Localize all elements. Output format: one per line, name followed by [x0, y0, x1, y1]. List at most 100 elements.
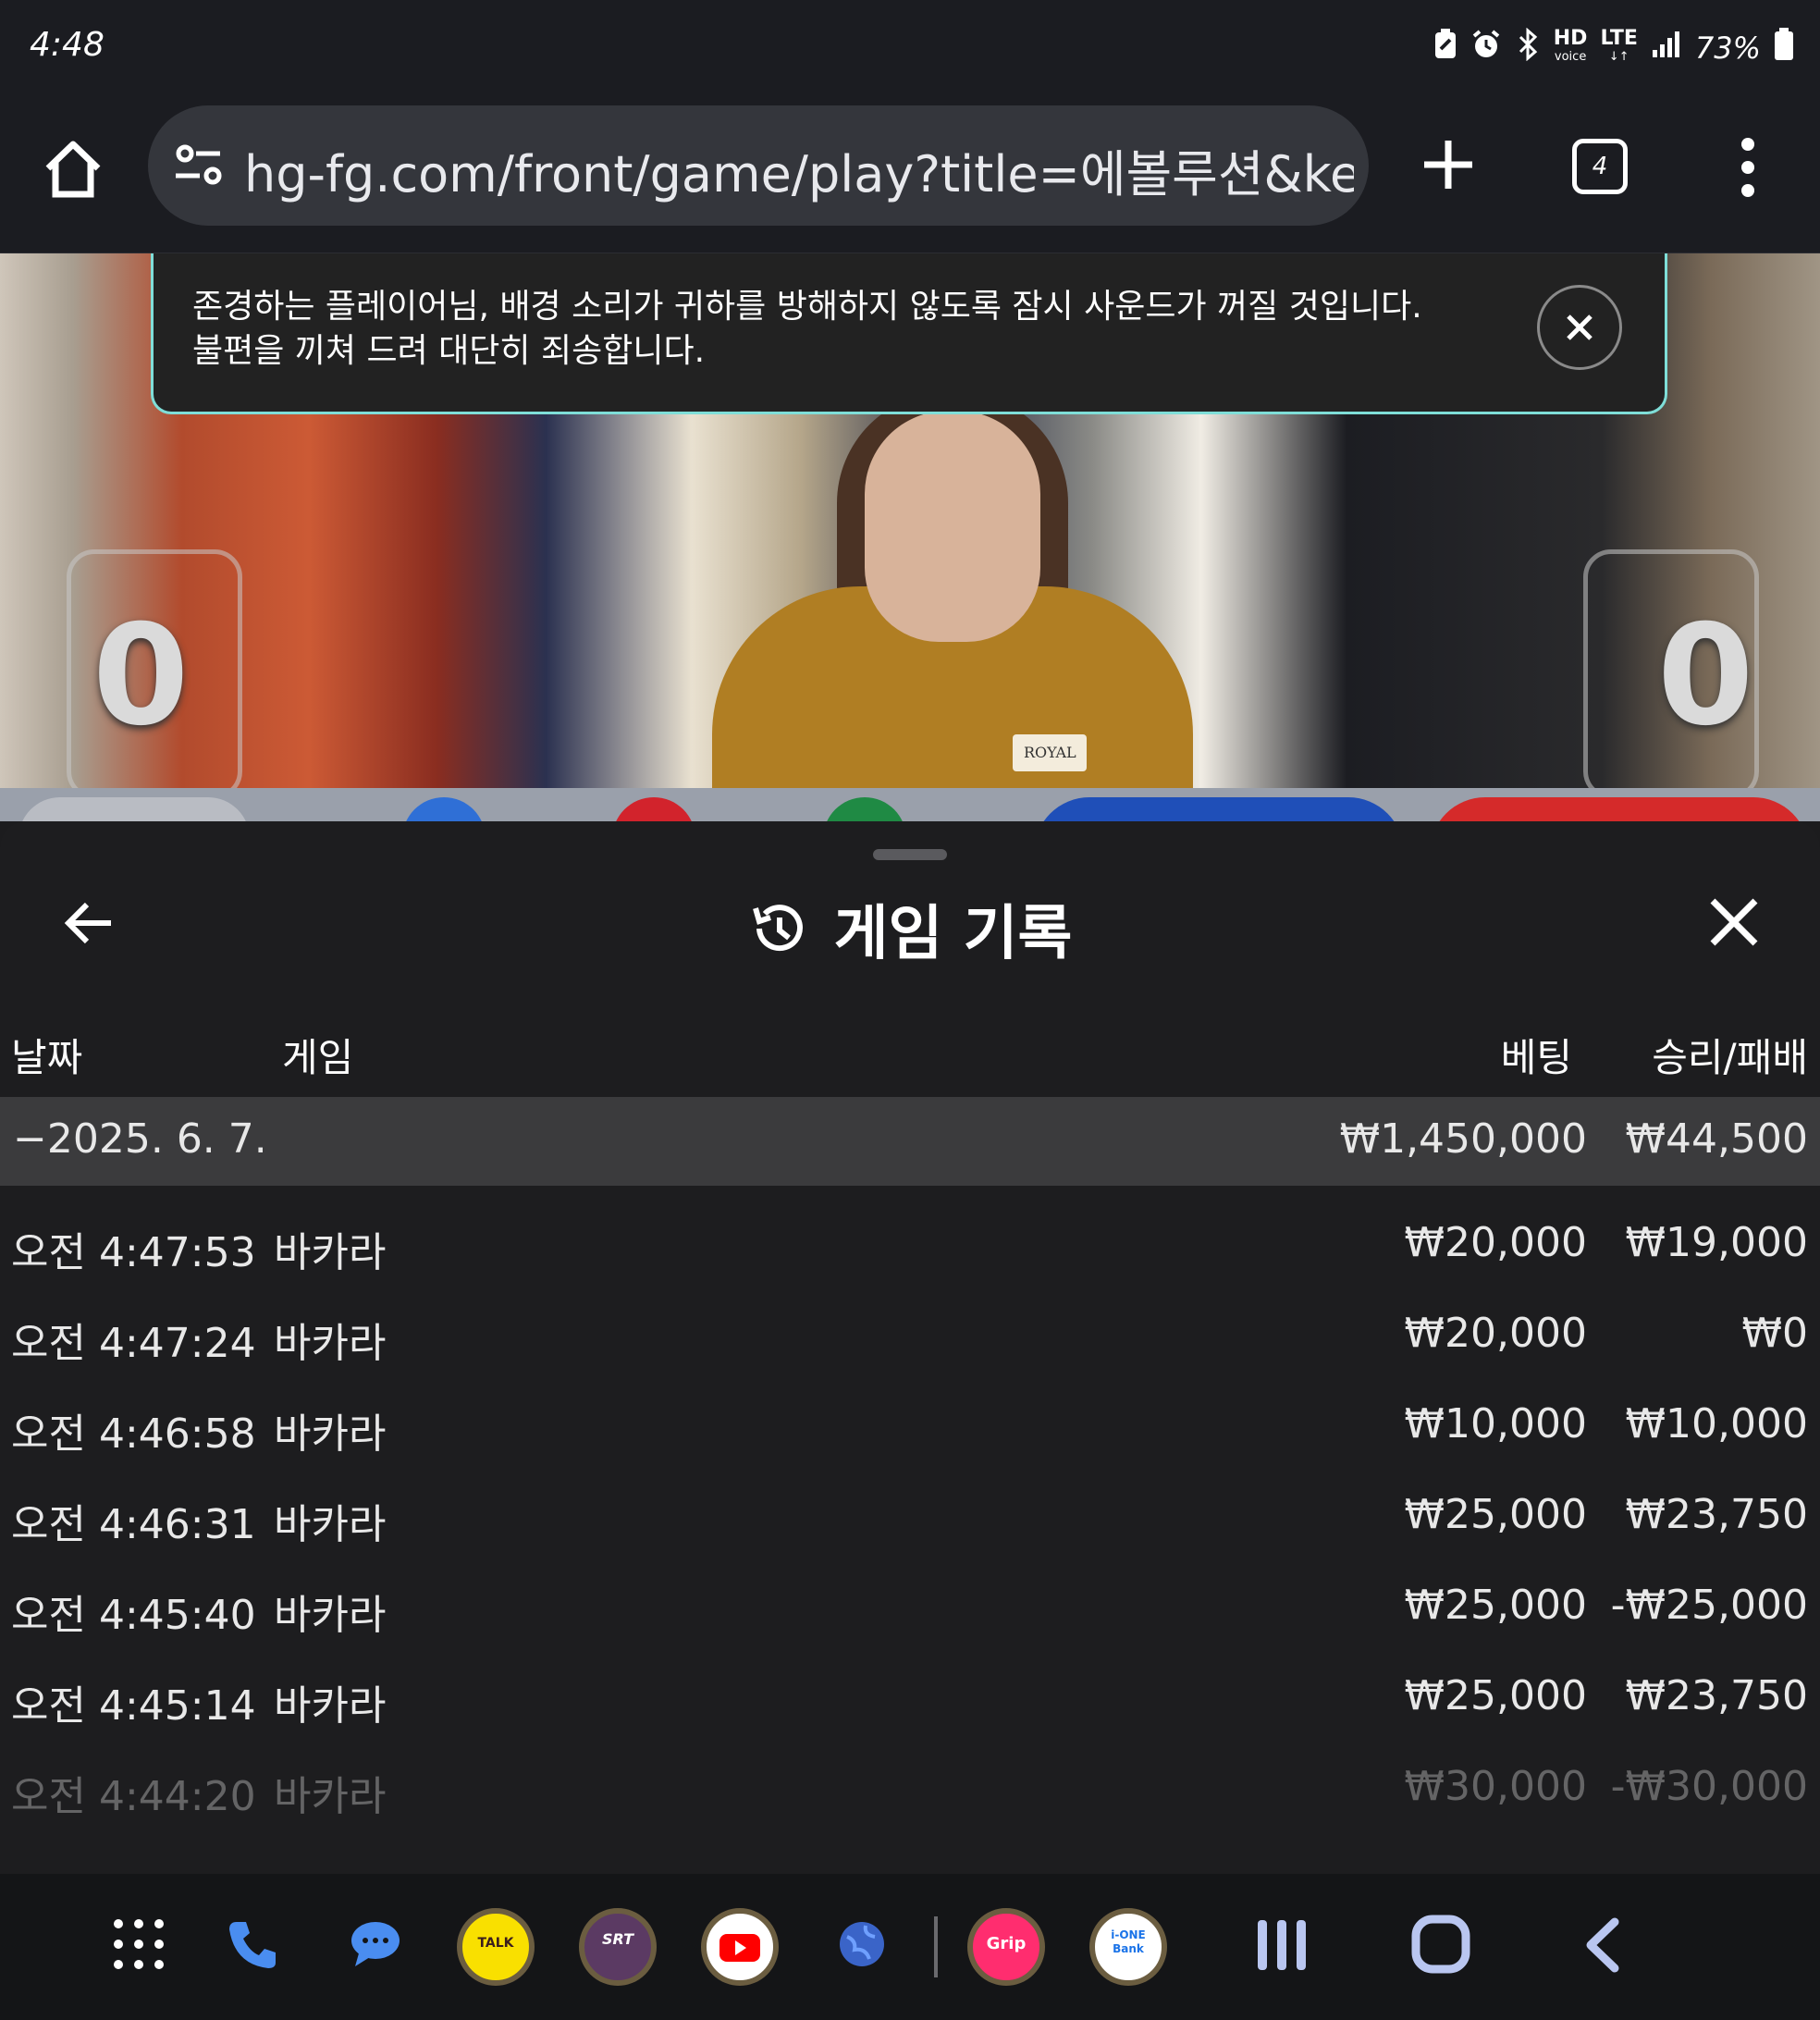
row-game: 바카라 [274, 1501, 387, 1548]
row-game: 바카라 [274, 1229, 387, 1276]
row-bet: ₩25,000 [1404, 1672, 1587, 1719]
sheet-title: 게임 기록 [833, 900, 1073, 968]
row-time: 오전 4:44:20 [11, 1773, 256, 1820]
table-row[interactable]: 오전 4:44:20 바카라 ₩30,000 -₩30,000 [0, 1744, 1820, 1833]
site-settings-icon[interactable] [172, 139, 226, 192]
home-icon[interactable] [41, 137, 105, 202]
phone-icon[interactable] [226, 1918, 277, 1974]
grip-label: Grip [986, 1934, 1027, 1953]
row-bet: ₩20,000 [1404, 1310, 1587, 1357]
notice-line-2: 불편을 끼쳐 드려 대단히 죄송합니다. [192, 332, 706, 370]
row-time: 오전 4:47:24 [11, 1320, 256, 1367]
row-time: 오전 4:46:58 [11, 1410, 256, 1458]
row-game: 바카라 [274, 1682, 387, 1730]
table-row[interactable]: 오전 4:47:53 바카라 ₩20,000 ₩19,000 [0, 1201, 1820, 1289]
system-nav-bar: TALK SRT Grip i-ONE Bank [0, 1874, 1820, 2020]
date-group-label: −2025. 6. 7. [13, 1115, 267, 1163]
table-row[interactable]: 오전 4:45:40 바카라 ₩25,000 -₩25,000 [0, 1563, 1820, 1652]
table-row[interactable]: 오전 4:46:31 바카라 ₩25,000 ₩23,750 [0, 1472, 1820, 1561]
date-group-bet-total: ₩1,450,000 [1339, 1115, 1587, 1163]
drag-handle[interactable] [873, 849, 947, 860]
row-game: 바카라 [274, 1773, 387, 1820]
column-header-bet[interactable]: 베팅 [1387, 1027, 1572, 1083]
lte-icon: LTE ↓↑ [1600, 27, 1638, 65]
row-winloss: -₩25,000 [1610, 1582, 1808, 1629]
row-time: 오전 4:45:40 [11, 1592, 256, 1639]
close-notice-icon[interactable] [1537, 285, 1622, 370]
chip-blue[interactable] [402, 797, 486, 821]
row-winloss: ₩23,750 [1625, 1672, 1808, 1719]
notice-text: 존경하는 플레이어님, 배경 소리가 귀하를 방해하지 않도록 잠시 사운드가 … [192, 285, 1487, 374]
sound-notice-banner: 존경하는 플레이어님, 배경 소리가 귀하를 방해하지 않도록 잠시 사운드가 … [151, 253, 1667, 414]
close-icon[interactable] [1707, 895, 1761, 949]
i-one-bank-label: i-ONE Bank [1111, 1928, 1146, 1955]
row-time: 오전 4:46:31 [11, 1501, 256, 1548]
row-time: 오전 4:47:53 [11, 1229, 256, 1276]
app-drawer-icon[interactable] [113, 1918, 165, 1974]
row-bet: ₩30,000 [1404, 1763, 1587, 1810]
game-history-sheet: 게임 기록 날짜 게임 베팅 승리/패배 −2025. 6. 7. ₩1,450… [0, 821, 1820, 1874]
table-row[interactable]: 오전 4:47:24 바카라 ₩20,000 ₩0 [0, 1291, 1820, 1380]
new-tab-icon[interactable] [1420, 137, 1476, 192]
notice-line-1: 존경하는 플레이어님, 배경 소리가 귀하를 방해하지 않도록 잠시 사운드가 … [192, 288, 1422, 326]
chip-tray [18, 797, 250, 821]
row-winloss: ₩0 [1741, 1310, 1809, 1357]
i-one-bank-app-icon[interactable]: i-ONE Bank [1089, 1908, 1167, 1986]
chip-green[interactable] [823, 797, 906, 821]
row-game: 바카라 [274, 1320, 387, 1367]
grip-app-icon[interactable]: Grip [967, 1908, 1045, 1986]
player-score: 0 [92, 596, 190, 757]
battery-percent: 73% [1694, 31, 1761, 66]
date-group-winloss-total: ₩44,500 [1625, 1115, 1808, 1163]
status-bar: 4:48 HD voice LTE ↓↑ 73% [0, 0, 1820, 100]
status-icons: HD voice LTE ↓↑ 73% [1433, 27, 1794, 68]
signal-icon [1651, 30, 1682, 67]
row-bet: ₩25,000 [1404, 1582, 1587, 1629]
alarm-icon [1470, 29, 1502, 68]
column-header-game[interactable]: 게임 [282, 1027, 353, 1083]
date-group-row[interactable]: −2025. 6. 7. ₩1,450,000 ₩44,500 [0, 1097, 1820, 1186]
url-bar[interactable]: hg-fg.com/front/game/play?title=에볼루션&key… [148, 105, 1369, 226]
row-bet: ₩25,000 [1404, 1491, 1587, 1538]
srt-label: SRT [601, 1930, 634, 1948]
banker-score: 0 [1657, 596, 1754, 757]
recent-apps-icon[interactable] [1254, 1916, 1310, 1977]
row-game: 바카라 [274, 1592, 387, 1639]
row-bet: ₩10,000 [1404, 1400, 1587, 1447]
browser-toolbar: hg-fg.com/front/game/play?title=에볼루션&key… [0, 100, 1820, 254]
url-text[interactable]: hg-fg.com/front/game/play?title=에볼루션&key… [244, 133, 1354, 206]
betting-chip-strip [0, 788, 1820, 821]
srt-app-icon[interactable]: SRT [579, 1908, 657, 1986]
row-winloss: ₩23,750 [1625, 1491, 1808, 1538]
column-header-winloss[interactable]: 승리/패배 [1572, 1027, 1808, 1083]
chip-red[interactable] [612, 797, 695, 821]
bluetooth-icon [1515, 27, 1541, 68]
table-row[interactable]: 오전 4:46:58 바카라 ₩10,000 ₩10,000 [0, 1382, 1820, 1471]
battery-icon [1774, 28, 1794, 68]
status-time: 4:48 [30, 26, 105, 64]
row-bet: ₩20,000 [1404, 1219, 1587, 1266]
back-nav-icon[interactable] [1581, 1916, 1622, 1977]
table-row[interactable]: 오전 4:45:14 바카라 ₩25,000 ₩23,750 [0, 1654, 1820, 1743]
player-bet-area[interactable] [1034, 797, 1404, 821]
home-nav-icon[interactable] [1411, 1915, 1470, 1977]
messages-icon[interactable] [350, 1918, 401, 1974]
kakaotalk-app-icon[interactable]: TALK [457, 1908, 535, 1986]
dealer-badge-text: ROYAL [1024, 744, 1076, 761]
row-time: 오전 4:45:14 [11, 1682, 256, 1730]
dealer-badge: ROYAL [1013, 734, 1087, 771]
dock-divider [934, 1916, 938, 1977]
row-game: 바카라 [274, 1410, 387, 1458]
browser-globe-icon[interactable] [838, 1920, 886, 1972]
hd-voice-icon: HD voice [1553, 27, 1588, 65]
tab-switcher-button[interactable]: 4 [1572, 139, 1628, 194]
more-menu-icon[interactable] [1729, 137, 1766, 198]
row-winloss: -₩30,000 [1610, 1763, 1808, 1810]
banker-bet-area[interactable] [1430, 797, 1809, 821]
youtube-app-icon[interactable] [701, 1908, 779, 1986]
sheet-title-wrap: 게임 기록 [0, 886, 1820, 971]
column-header-date[interactable]: 날짜 [11, 1027, 82, 1083]
battery-saver-icon [1433, 29, 1457, 68]
row-winloss: ₩10,000 [1625, 1400, 1808, 1447]
dealer-face [865, 411, 1040, 642]
